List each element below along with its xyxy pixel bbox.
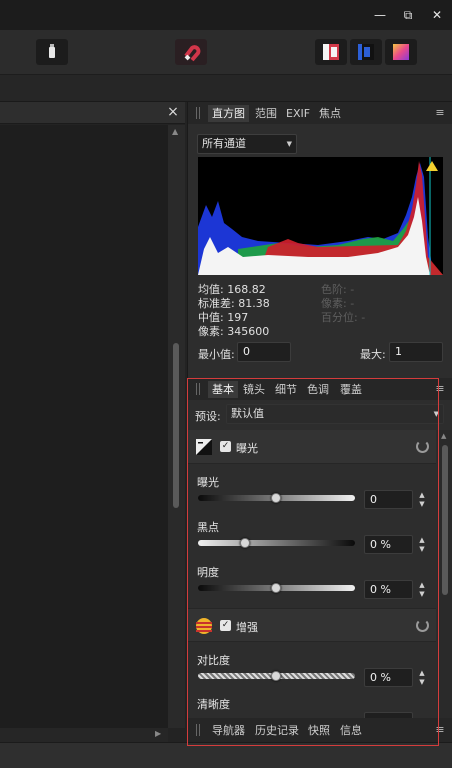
tab-snapshots[interactable]: 快照 [308,722,330,739]
chevron-down-icon: ▼ [286,140,292,148]
exposure-section-header[interactable]: ✓ 曝光 [188,430,436,464]
panel-menu-icon[interactable]: ≡ [434,383,446,394]
enhance-section-title: 增强 [236,621,258,634]
enhance-icon [196,618,212,634]
panel-menu-icon[interactable]: ≡ [434,107,446,118]
clarity-slider-label: 清晰度 [197,698,230,711]
max-value-label: 最大: [360,348,386,361]
enhance-enable-checkbox[interactable]: ✓ [220,620,231,631]
persona-tone-icon [358,44,374,60]
right-panel-dock: 直方图 范围 EXIF 焦点 ≡ 所有通道 ▼ 均值: 168.82 标准差: … [187,102,452,742]
preset-value: 默认值 [231,407,264,420]
canvas[interactable] [0,125,168,728]
contrast-value-field[interactable]: 0 % [364,668,413,687]
vertical-scrollbar[interactable]: ▲ [168,125,185,728]
exposure-slider-label: 曝光 [197,476,219,489]
brightness-slider-label: 明度 [197,566,219,579]
chevron-down-icon: ▼ [433,410,439,418]
contrast-slider-knob[interactable] [271,671,281,681]
preset-label: 预设: [195,410,221,423]
close-document-button[interactable]: × [166,104,180,120]
preset-dropdown[interactable]: 默认值 ▼ [226,404,444,424]
photo-persona-button[interactable] [315,39,347,65]
histogram-tab-bar: 直方图 范围 EXIF 焦点 ≡ [188,102,452,124]
stat-percentile: 百分位: - [321,311,366,324]
mode-toggle-icon [49,44,55,58]
scroll-thumb[interactable] [173,343,179,508]
channel-dropdown[interactable]: 所有通道 ▼ [197,134,297,154]
mode-toggle-button[interactable] [36,39,68,65]
tab-overlay[interactable]: 覆盖 [340,381,362,398]
clipping-warning-icon [426,161,438,171]
tab-focus[interactable]: 焦点 [319,105,341,122]
develop-content: ✓ 曝光 曝光 0 ▲ ▼ 黑点 0 % ▲ ▼ 明度 0 % ▲ ▼ ✓ 增强… [188,430,452,720]
contrast-slider-label: 对比度 [197,654,230,667]
panel-grip-icon[interactable] [196,383,200,395]
blackpoint-stepper-icon[interactable]: ▲ ▼ [417,536,427,554]
develop-tab-bar: 基本 镜头 细节 色调 覆盖 ≡ [188,378,452,400]
reset-icon[interactable] [416,619,429,632]
enhance-section-header[interactable]: ✓ 增强 [188,608,436,642]
blackpoint-slider-label: 黑点 [197,521,219,534]
title-bar: — ⧉ ✕ [0,0,452,30]
navigator-tab-bar: 导航器 历史记录 快照 信息 ≡ [188,718,452,742]
max-value-field[interactable]: 1 [389,342,443,362]
tone-persona-button[interactable] [350,39,382,65]
exposure-value-field[interactable]: 0 [364,490,413,509]
minimize-button[interactable]: — [370,5,390,25]
toolbar [0,30,452,75]
status-bar [0,742,452,768]
brightness-value-field[interactable]: 0 % [364,580,413,599]
tab-detail[interactable]: 细节 [275,381,297,398]
exposure-stepper-icon[interactable]: ▲ ▼ [417,491,427,509]
horizontal-scrollbar[interactable]: ▶ [0,728,168,742]
brightness-stepper-icon[interactable]: ▲ ▼ [417,581,427,599]
channel-dropdown-value: 所有通道 [202,137,246,150]
scroll-thumb[interactable] [442,445,448,595]
exposure-enable-checkbox[interactable]: ✓ [220,441,231,452]
tab-histogram[interactable]: 直方图 [208,105,249,122]
persona-export-icon [393,44,409,60]
snapping-button[interactable] [175,39,207,65]
blackpoint-slider[interactable] [198,538,355,548]
histogram-graph [198,157,443,275]
magnet-snap-icon [184,45,201,62]
tab-basic[interactable]: 基本 [208,381,238,398]
tab-history[interactable]: 历史记录 [255,722,299,739]
export-persona-button[interactable] [385,39,417,65]
context-toolbar [0,75,452,102]
persona-photo-icon [323,44,339,60]
contrast-slider[interactable] [198,671,355,681]
brightness-slider-knob[interactable] [271,583,281,593]
document-tab-bar: × [0,102,185,124]
min-value-label: 最小值: [198,348,235,361]
exposure-slider-knob[interactable] [271,493,281,503]
tab-tone[interactable]: 色调 [307,381,329,398]
tab-navigator[interactable]: 导航器 [212,722,245,739]
tab-range[interactable]: 范围 [255,105,277,122]
scroll-right-arrow-icon[interactable]: ▶ [155,729,161,738]
tab-lens[interactable]: 镜头 [243,381,265,398]
stat-pixels: 像素: 345600 [198,325,270,338]
panel-menu-icon[interactable]: ≡ [434,724,446,735]
tab-info[interactable]: 信息 [340,722,362,739]
tab-exif[interactable]: EXIF [286,105,310,122]
panel-grip-icon[interactable] [196,724,200,736]
exposure-icon [196,439,212,455]
contrast-stepper-icon[interactable]: ▲ ▼ [417,669,427,687]
histogram-chart [198,157,443,275]
min-value-field[interactable]: 0 [237,342,291,362]
scroll-up-arrow-icon[interactable]: ▲ [441,432,446,440]
close-window-button[interactable]: ✕ [427,5,447,25]
brightness-slider[interactable] [198,583,355,593]
reset-icon[interactable] [416,440,429,453]
restore-button[interactable]: ⧉ [398,5,418,25]
develop-scrollbar[interactable]: ▲ [437,430,452,720]
scroll-up-arrow-icon[interactable]: ▲ [172,127,178,136]
blackpoint-value-field[interactable]: 0 % [364,535,413,554]
blackpoint-slider-knob[interactable] [240,538,250,548]
panel-grip-icon[interactable] [196,107,200,119]
exposure-section-title: 曝光 [236,442,258,455]
exposure-slider[interactable] [198,493,355,503]
